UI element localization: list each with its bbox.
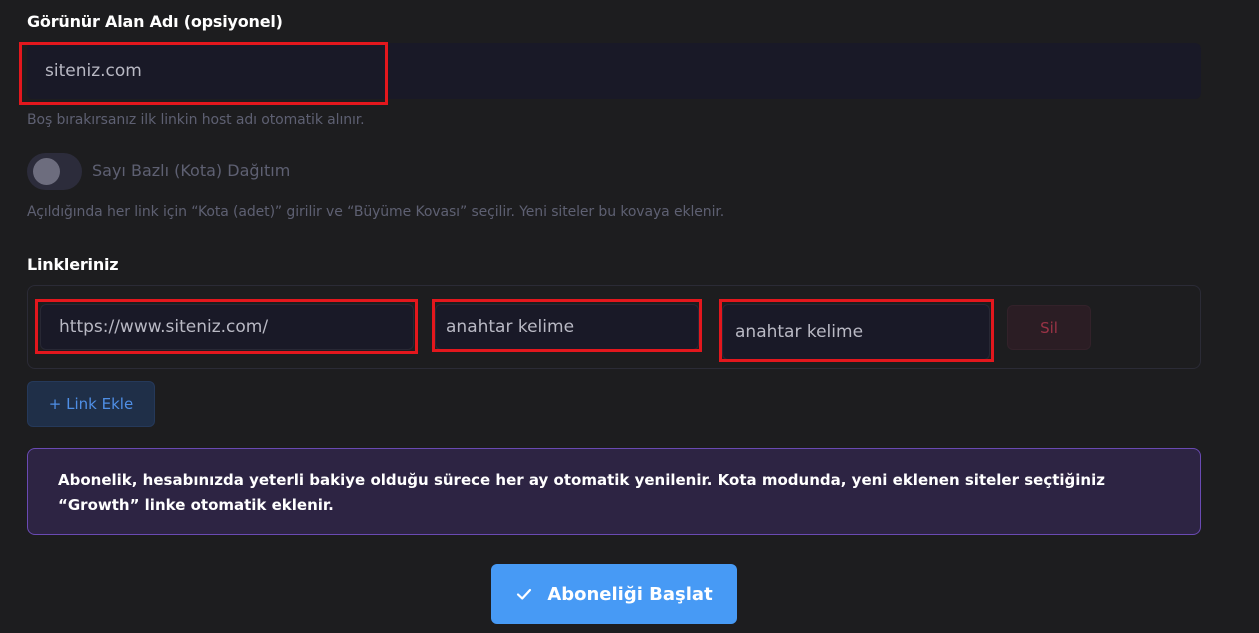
domain-label: Görünür Alan Adı (opsiyonel)	[27, 12, 283, 31]
info-text: Abonelik, hesabınızda yeterli bakiye old…	[58, 471, 1105, 514]
link-url-input[interactable]	[59, 305, 405, 349]
quota-hint: Açıldığında her link için “Kota (adet)” …	[27, 204, 725, 220]
toggle-knob	[33, 158, 60, 185]
quota-toggle[interactable]	[27, 153, 82, 190]
keyword2-field	[722, 304, 990, 360]
keyword1-field	[435, 304, 699, 350]
start-subscription-button[interactable]: Aboneliği Başlat	[491, 564, 737, 624]
quota-toggle-label: Sayı Bazlı (Kota) Dağıtım	[92, 161, 291, 180]
domain-input[interactable]	[45, 43, 1185, 99]
add-link-button[interactable]: + Link Ekle	[27, 381, 155, 427]
start-subscription-label: Aboneliği Başlat	[547, 583, 713, 605]
delete-link-button[interactable]: Sil	[1007, 305, 1091, 350]
check-icon	[517, 588, 532, 600]
domain-hint: Boş bırakırsanız ilk linkin host adı oto…	[27, 112, 365, 128]
keyword2-input[interactable]	[735, 305, 981, 359]
keyword1-input[interactable]	[446, 305, 690, 349]
link-url-field	[40, 304, 414, 350]
links-label: Linkleriniz	[27, 255, 119, 274]
domain-input-container	[27, 43, 1201, 99]
info-box: Abonelik, hesabınızda yeterli bakiye old…	[27, 448, 1201, 535]
subscription-form: Görünür Alan Adı (opsiyonel) Boş bırakır…	[0, 0, 1259, 633]
